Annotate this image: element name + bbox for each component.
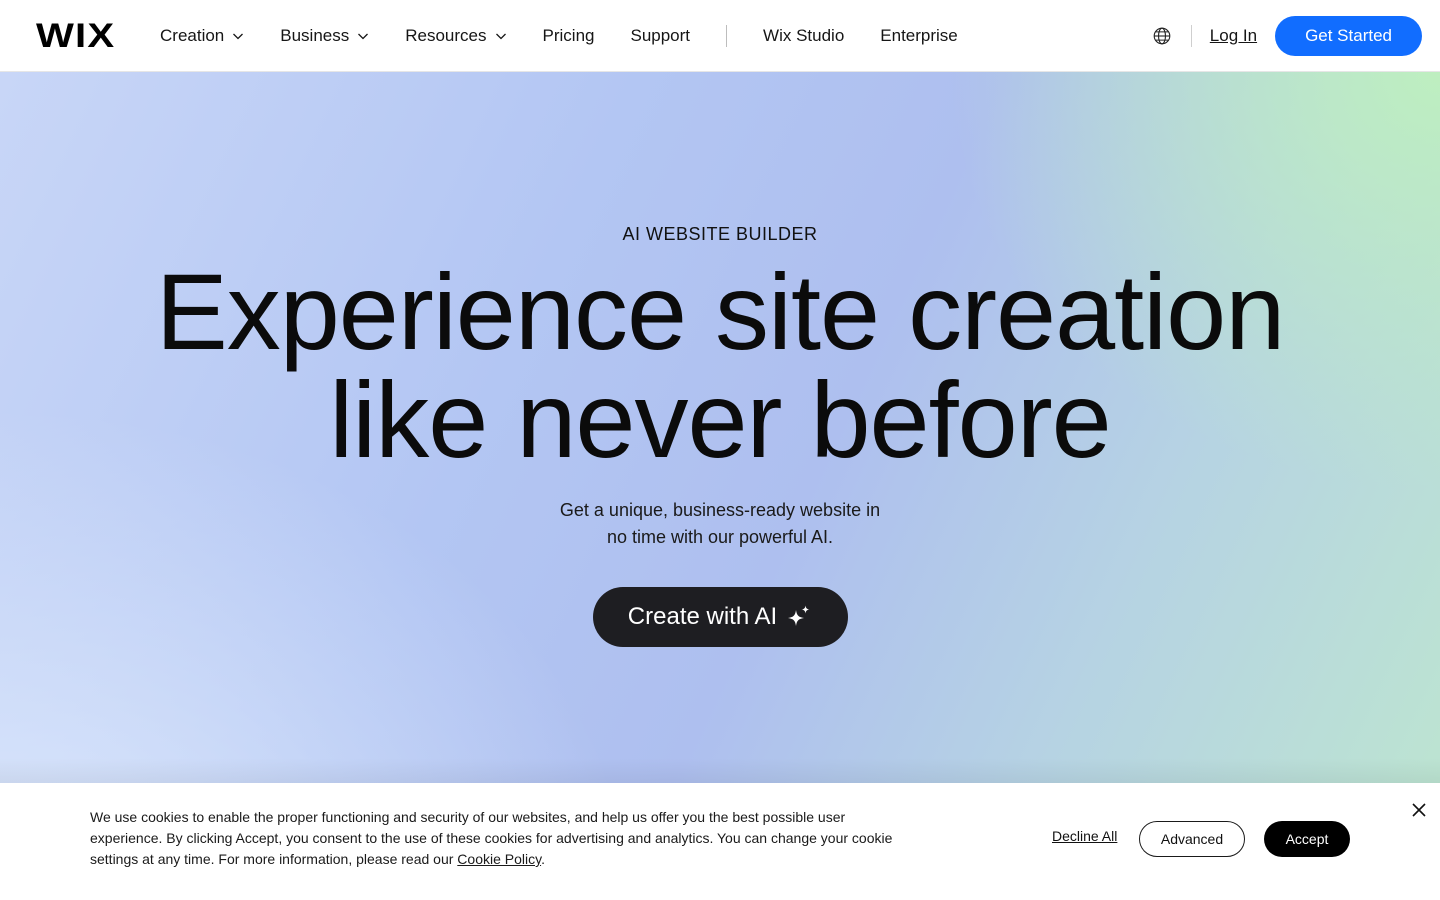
cookie-banner-text: We use cookies to enable the proper func… bbox=[90, 807, 950, 870]
nav-divider bbox=[726, 25, 728, 47]
nav-item-label: Business bbox=[280, 26, 350, 45]
globe-icon[interactable] bbox=[1151, 25, 1173, 47]
cookie-text-line3: settings at any time. For more informati… bbox=[90, 851, 454, 867]
nav-item-pricing[interactable]: Pricing bbox=[543, 26, 595, 46]
chevron-down-icon bbox=[233, 33, 244, 40]
nav-item-label: Resources bbox=[405, 26, 487, 45]
header-divider bbox=[1190, 25, 1192, 47]
chevron-down-icon bbox=[495, 33, 506, 40]
nav-item-label: Wix Studio bbox=[763, 26, 845, 45]
nav-item-label: Enterprise bbox=[880, 26, 958, 45]
nav-item-enterprise[interactable]: Enterprise bbox=[880, 26, 957, 46]
hero-subtext: Get a unique, business-ready website in … bbox=[0, 497, 1440, 551]
nav-item-label: Support bbox=[630, 26, 691, 45]
nav-item-wix-studio[interactable]: Wix Studio bbox=[763, 26, 844, 46]
cookie-text-line: settings at any time. For more informati… bbox=[90, 849, 950, 870]
hero-headline-line: Experience site creation bbox=[155, 251, 1286, 372]
nav-item-label: Pricing bbox=[542, 26, 595, 45]
wix-logo[interactable]: WIX bbox=[36, 19, 115, 53]
hero-subtext-line: no time with our powerful AI. bbox=[606, 527, 834, 547]
page: WIX Creation Business Resources Pricing … bbox=[0, 0, 1440, 900]
cookie-banner-shadow bbox=[0, 758, 1440, 786]
main-nav: Creation Business Resources Pricing Supp… bbox=[160, 0, 994, 72]
create-with-ai-label: Create with AI bbox=[627, 603, 778, 630]
chevron-down-icon bbox=[358, 33, 369, 40]
nav-item-label: Creation bbox=[160, 26, 225, 45]
cookie-text-line: We use cookies to enable the proper func… bbox=[90, 809, 846, 825]
nav-item-resources[interactable]: Resources bbox=[405, 26, 506, 46]
hero-headline-line: like never before bbox=[329, 359, 1111, 480]
cookie-text-period: . bbox=[541, 851, 545, 867]
nav-item-business[interactable]: Business bbox=[280, 26, 369, 46]
header-right-tools: Log In Get Started bbox=[1151, 0, 1422, 72]
nav-item-support[interactable]: Support bbox=[630, 26, 690, 46]
accept-button[interactable]: Accept bbox=[1264, 821, 1350, 857]
sparkle-icon bbox=[788, 605, 810, 626]
nav-item-creation[interactable]: Creation bbox=[160, 26, 244, 46]
create-with-ai-button[interactable]: Create with AI bbox=[593, 587, 848, 647]
cookie-text-line: experience. By clicking Accept, you cons… bbox=[90, 830, 893, 846]
hero-headline: Experience site creation like never befo… bbox=[0, 258, 1440, 474]
hero-eyebrow: AI WEBSITE BUILDER bbox=[622, 224, 818, 244]
advanced-button[interactable]: Advanced bbox=[1139, 821, 1245, 857]
decline-all-button[interactable]: Decline All bbox=[1052, 828, 1117, 844]
get-started-button[interactable]: Get Started bbox=[1275, 16, 1422, 56]
cookie-banner: We use cookies to enable the proper func… bbox=[0, 783, 1440, 900]
hero-subtext-line: Get a unique, business-ready website in bbox=[559, 500, 881, 520]
login-link[interactable]: Log In bbox=[1210, 26, 1257, 46]
top-header: WIX Creation Business Resources Pricing … bbox=[0, 0, 1440, 72]
cookie-policy-link[interactable]: Cookie Policy bbox=[457, 851, 541, 867]
close-icon[interactable] bbox=[1410, 801, 1428, 819]
